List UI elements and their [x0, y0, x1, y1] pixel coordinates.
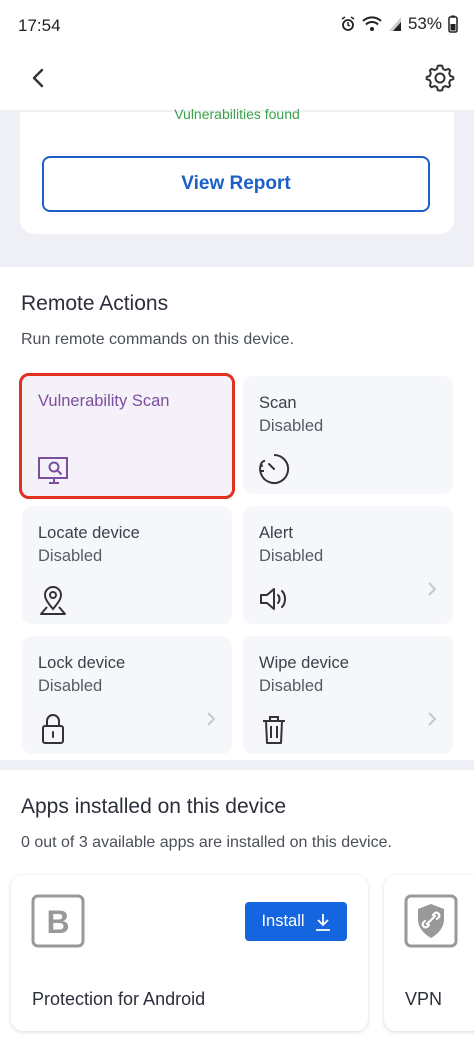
chevron-right-icon — [428, 582, 437, 596]
trash-icon — [263, 716, 285, 744]
download-icon — [315, 913, 330, 931]
back-chevron-icon[interactable] — [22, 60, 58, 96]
apps-title: Apps installed on this device — [21, 795, 286, 818]
battery-icon — [448, 15, 458, 33]
remote-actions-title: Remote Actions — [21, 292, 169, 315]
tile-locate-device[interactable]: Locate device Disabled — [22, 506, 232, 624]
section-divider — [0, 255, 474, 267]
tile-title: Alert — [259, 524, 293, 542]
timer-icon — [259, 453, 290, 484]
tile-alert[interactable]: Alert Disabled — [243, 506, 453, 624]
tile-status: Disabled — [259, 417, 324, 435]
app-name: VPN — [405, 989, 443, 1009]
tile-status: Disabled — [38, 677, 103, 695]
tile-title: Lock device — [38, 654, 126, 672]
report-card: Vulnerabilities found View Report — [20, 106, 454, 234]
tile-title: Scan — [259, 394, 297, 412]
tile-wipe-device[interactable]: Wipe device Disabled — [243, 636, 453, 754]
tile-title: Vulnerability Scan — [38, 392, 170, 410]
alarm-icon — [341, 16, 355, 31]
status-bar: 17:54 53% — [0, 0, 474, 52]
tile-vulnerability-scan[interactable]: Vulnerability Scan — [19, 373, 235, 499]
install-label: Install — [261, 912, 305, 930]
tile-status: Disabled — [38, 547, 103, 565]
remote-actions-section: Remote Actions Run remote commands on th… — [0, 267, 474, 760]
apps-subtitle: 0 out of 3 available apps are installed … — [21, 834, 392, 851]
tile-scan[interactable]: Scan Disabled — [243, 376, 453, 494]
tile-status: Disabled — [259, 677, 324, 695]
install-button[interactable]: Install — [245, 902, 347, 941]
top-bar — [0, 52, 474, 110]
app-name: Protection for Android — [32, 989, 206, 1009]
bitdefender-b-icon: B — [31, 894, 85, 948]
wifi-icon — [362, 16, 382, 31]
tile-status: Disabled — [259, 547, 324, 565]
signal-icon — [388, 17, 401, 31]
status-time: 17:54 — [18, 16, 61, 35]
svg-text:B: B — [46, 904, 69, 940]
view-report-button[interactable]: View Report — [42, 156, 430, 212]
tile-title: Wipe device — [259, 654, 349, 672]
battery-level: 53% — [407, 14, 442, 33]
remote-actions-subtitle: Run remote commands on this device. — [21, 331, 295, 348]
location-pin-icon — [40, 586, 66, 615]
tile-lock-device[interactable]: Lock device Disabled — [22, 636, 232, 754]
gear-icon[interactable] — [422, 60, 458, 96]
speaker-icon — [260, 588, 286, 610]
vulnerabilities-found-text: Vulnerabilities found — [174, 106, 300, 122]
chevron-right-icon — [207, 712, 216, 726]
status-icons: 53% — [340, 14, 458, 34]
lock-icon — [42, 714, 64, 744]
app-card-vpn[interactable]: VPN — [384, 875, 474, 1031]
chevron-right-icon — [428, 712, 437, 726]
section-divider — [0, 760, 474, 770]
tile-title: Locate device — [38, 524, 140, 542]
monitor-scan-icon — [38, 457, 68, 484]
shield-link-icon — [404, 894, 458, 948]
app-card-protection[interactable]: B Install Protection for Android — [11, 875, 368, 1031]
